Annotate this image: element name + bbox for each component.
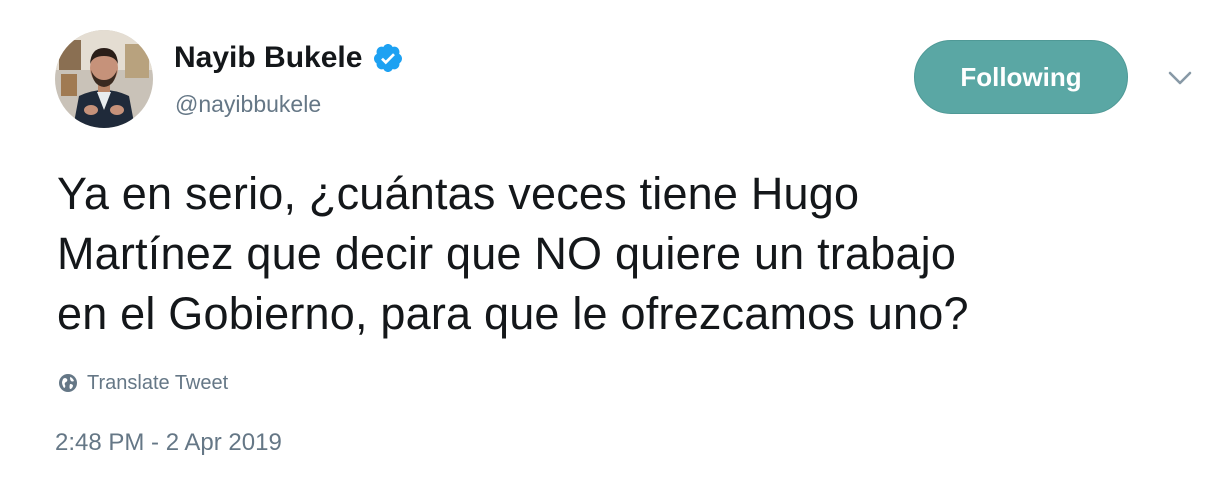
following-button[interactable]: Following [914,40,1128,114]
translate-tweet-link[interactable]: Translate Tweet [58,370,228,396]
avatar-photo [55,30,153,128]
display-name[interactable]: Nayib Bukele [174,40,362,76]
author-handle[interactable]: @nayibbukele [175,90,321,118]
translate-tweet-label: Translate Tweet [87,372,229,394]
author-name-row: Nayib Bukele [174,40,404,76]
verified-badge-icon [372,42,404,74]
tweet-timestamp[interactable]: 2:48 PM - 2 Apr 2019 [55,428,282,458]
tweet-text: Ya en serio, ¿cuántas veces tiene Hugo M… [57,168,969,339]
following-button-label: Following [960,61,1082,92]
globe-icon [58,373,78,393]
chevron-down-icon[interactable] [1164,66,1196,90]
avatar[interactable] [55,30,153,128]
tweet-card: Nayib Bukele @nayibbukele Following Ya e… [0,0,1224,490]
